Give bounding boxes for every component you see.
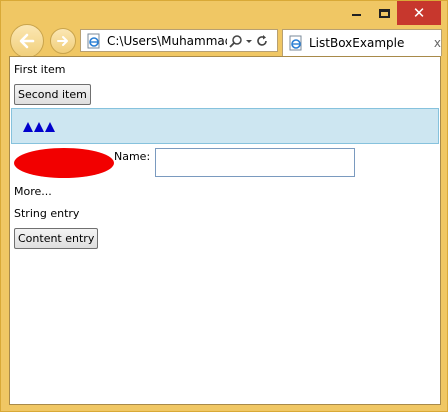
listbox[interactable]: First item Second item Name: More... Str… bbox=[9, 56, 441, 405]
list-item-string-entry[interactable]: String entry bbox=[14, 207, 79, 220]
ie-page-icon bbox=[289, 35, 302, 51]
minimize-button[interactable] bbox=[341, 1, 371, 25]
close-icon: ✕ bbox=[412, 3, 426, 22]
dropdown-arrow-icon[interactable] bbox=[245, 34, 253, 48]
back-button[interactable] bbox=[10, 24, 44, 58]
maximize-icon bbox=[378, 8, 390, 18]
name-input[interactable] bbox=[155, 148, 355, 177]
maximize-button[interactable] bbox=[371, 1, 397, 25]
refresh-icon[interactable] bbox=[255, 34, 269, 48]
address-bar[interactable]: C:\Users\Muhammad. bbox=[80, 29, 278, 52]
address-text[interactable]: C:\Users\Muhammad. bbox=[107, 34, 227, 48]
second-item-button[interactable]: Second item bbox=[14, 84, 91, 105]
close-window-button[interactable]: ✕ bbox=[397, 1, 441, 25]
red-ellipse bbox=[14, 148, 114, 178]
forward-arrow-icon bbox=[57, 36, 68, 46]
list-item-selected[interactable] bbox=[11, 108, 439, 144]
tab-listboxexample[interactable]: ListBoxExample x bbox=[282, 29, 442, 56]
browser-window: ✕ C:\Users\Muhammad. ListBoxExample x Fi… bbox=[0, 0, 448, 412]
minimize-icon bbox=[351, 14, 361, 16]
list-item-more[interactable]: More... bbox=[14, 185, 52, 198]
triangles-icon bbox=[23, 122, 55, 132]
list-item-first[interactable]: First item bbox=[14, 63, 66, 76]
name-label: Name: bbox=[114, 150, 151, 163]
tab-close-icon[interactable]: x bbox=[434, 36, 441, 50]
back-arrow-icon bbox=[19, 33, 35, 49]
tab-title: ListBoxExample bbox=[309, 36, 405, 50]
ie-page-icon bbox=[87, 33, 100, 48]
search-icon[interactable] bbox=[229, 34, 243, 48]
forward-button[interactable] bbox=[50, 28, 76, 54]
content-entry-button[interactable]: Content entry bbox=[14, 228, 99, 249]
